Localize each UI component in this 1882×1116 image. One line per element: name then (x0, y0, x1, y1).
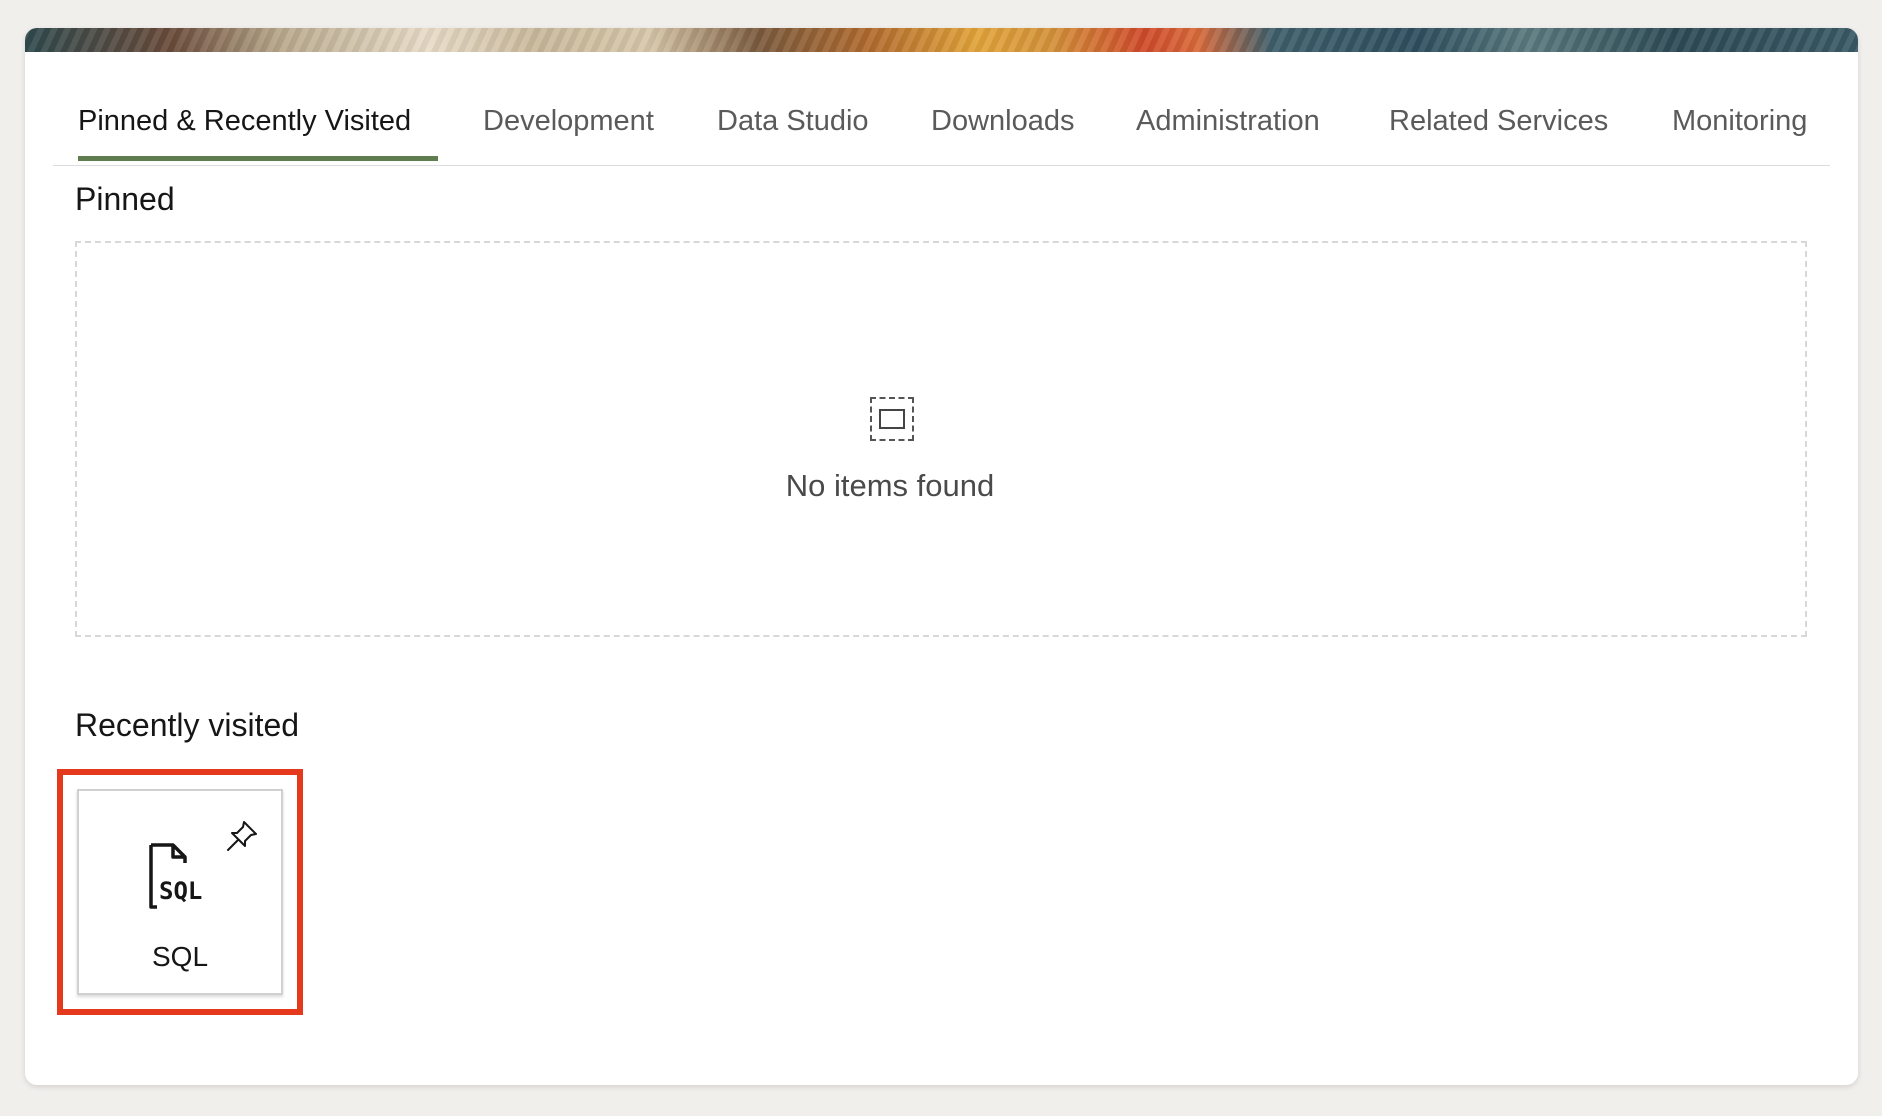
tab-downloads[interactable]: Downloads (931, 104, 1074, 138)
tab-pinned-recently-visited[interactable]: Pinned & Recently Visited (78, 104, 411, 138)
tab-development[interactable]: Development (483, 104, 654, 138)
tab-bar: Pinned & Recently Visited Development Da… (53, 52, 1830, 166)
header-banner-image (25, 28, 1858, 52)
svg-text:SQL: SQL (159, 877, 202, 905)
active-tab-indicator (78, 156, 438, 161)
empty-state-text: No items found (785, 468, 995, 503)
empty-placeholder-icon (870, 397, 914, 441)
pinned-drop-area (75, 241, 1807, 637)
tab-monitoring[interactable]: Monitoring (1672, 104, 1807, 138)
tab-data-studio[interactable]: Data Studio (717, 104, 869, 138)
recent-item-label: SQL (151, 941, 209, 972)
sql-file-icon: SQL (149, 843, 202, 909)
tab-related-services[interactable]: Related Services (1389, 104, 1608, 138)
launchpad-card: Pinned & Recently Visited Development Da… (25, 28, 1858, 1085)
recent-item-sql-tile[interactable]: SQL SQL (77, 789, 283, 995)
recently-visited-title: Recently visited (75, 707, 300, 743)
pin-icon[interactable] (225, 819, 259, 853)
pinned-section-title: Pinned (75, 181, 175, 217)
tab-administration[interactable]: Administration (1136, 104, 1320, 138)
